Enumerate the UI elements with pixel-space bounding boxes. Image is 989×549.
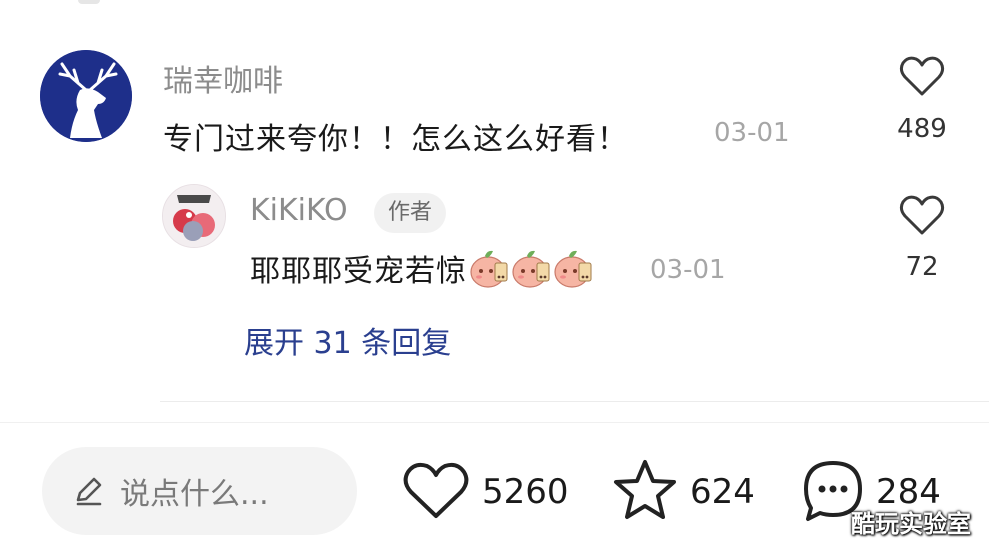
peach-sticker-icon bbox=[554, 250, 592, 288]
comment-input-placeholder: 说点什么... bbox=[120, 477, 269, 512]
divider bbox=[160, 401, 989, 402]
emoji-group bbox=[469, 247, 595, 289]
peach-sticker-icon bbox=[512, 250, 550, 288]
comment-username[interactable]: 瑞幸咖啡 bbox=[163, 56, 283, 100]
heart-outline-icon bbox=[403, 462, 469, 518]
pencil-icon bbox=[76, 477, 102, 506]
reply-like-count: 72 bbox=[905, 252, 939, 282]
favorite-count: 624 bbox=[690, 472, 755, 512]
star-outline-icon bbox=[614, 460, 676, 519]
heart-outline-icon bbox=[899, 195, 945, 235]
comment-like-button[interactable] bbox=[899, 55, 945, 101]
reply-like-button[interactable] bbox=[899, 194, 945, 240]
like-count: 5260 bbox=[482, 472, 569, 512]
reply-date: 03-01 bbox=[650, 255, 726, 285]
comment-input[interactable]: 说点什么... bbox=[42, 447, 357, 535]
peach-sticker-icon bbox=[470, 250, 508, 288]
comment-like-count: 489 bbox=[897, 114, 947, 144]
heart-outline-icon bbox=[899, 56, 945, 96]
favorite-button[interactable] bbox=[612, 458, 678, 526]
reply-text: 耶耶耶受宠若惊 bbox=[250, 254, 467, 289]
reply-username[interactable]: KiKiKO bbox=[250, 193, 348, 228]
deer-logo-icon bbox=[40, 50, 132, 142]
author-badge: 作者 bbox=[374, 193, 447, 233]
avatar[interactable] bbox=[40, 50, 132, 142]
reply-avatar-icon bbox=[163, 185, 225, 247]
top-edge-mark bbox=[78, 0, 100, 4]
bottom-bar-divider bbox=[0, 422, 989, 423]
reply-text-row: 耶耶耶受宠若惊 bbox=[250, 246, 595, 290]
like-button[interactable] bbox=[403, 462, 469, 524]
reply-avatar[interactable] bbox=[162, 184, 226, 248]
comment-date: 03-01 bbox=[714, 118, 790, 148]
expand-replies-link[interactable]: 展开 31 条回复 bbox=[244, 318, 451, 362]
watermark: 酷玩实验室 bbox=[851, 510, 971, 538]
comment-text: 专门过来夸你！！怎么这么好看！ bbox=[163, 122, 628, 157]
